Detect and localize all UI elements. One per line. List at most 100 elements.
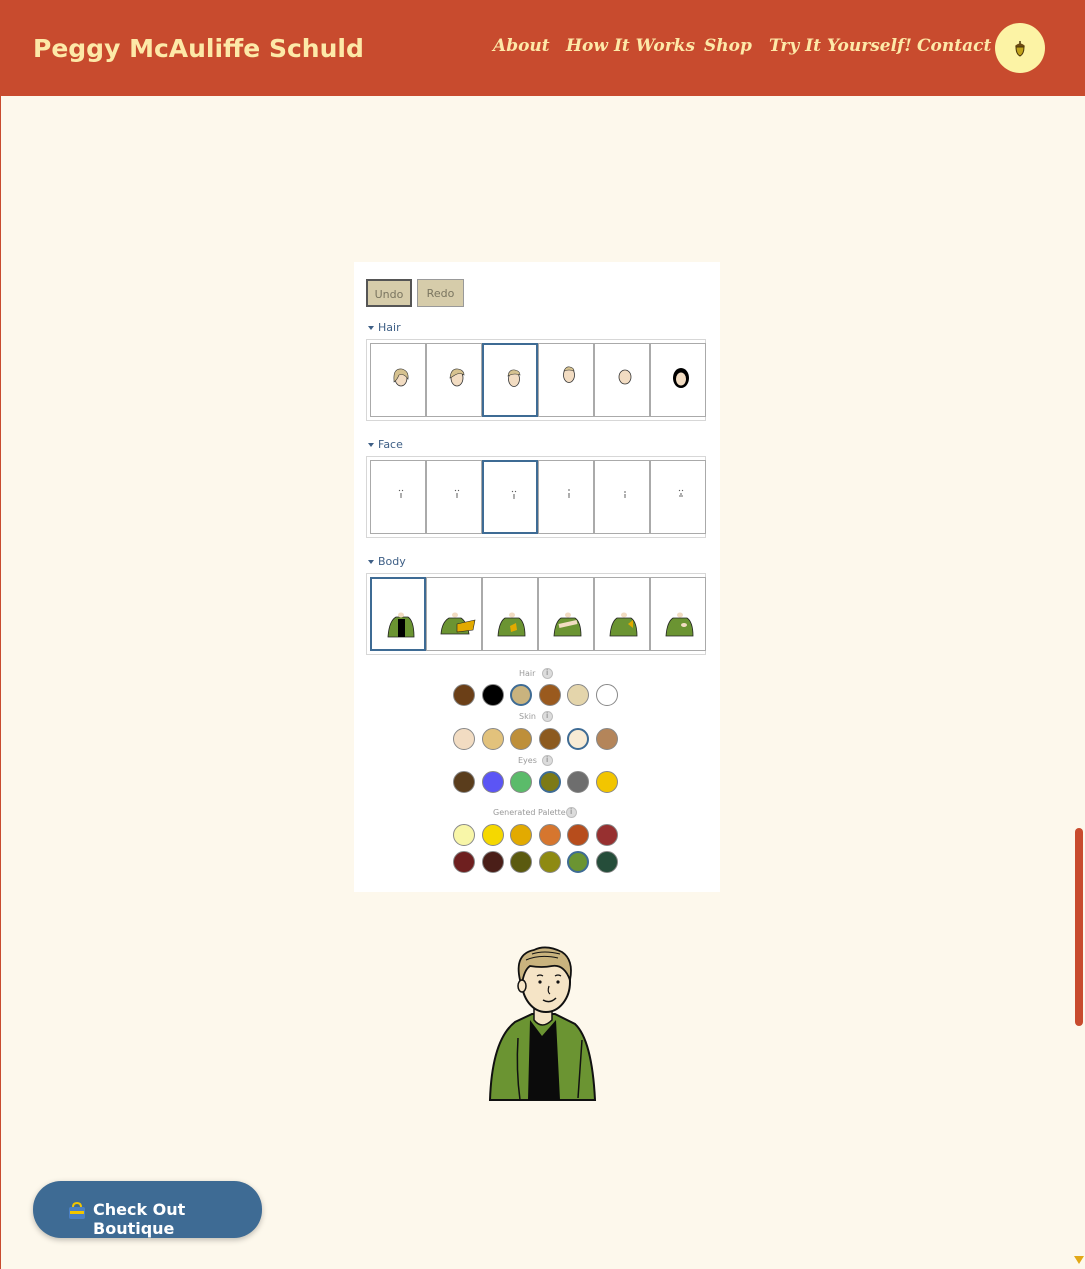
generated-color-swatch[interactable] — [538, 824, 561, 846]
section-label-hair: Hair — [378, 321, 401, 334]
site-header: Peggy McAuliffe Schuld About How It Work… — [0, 0, 1085, 96]
nav-shop[interactable]: Shop — [704, 36, 752, 56]
caret-down-icon — [368, 326, 374, 330]
eye-color-swatch[interactable] — [567, 771, 589, 793]
generated-color-swatch[interactable] — [453, 824, 475, 846]
scroll-down-arrow-icon[interactable] — [1074, 1256, 1084, 1264]
acorn-icon — [1015, 41, 1025, 57]
skin-color-swatch[interactable] — [453, 728, 475, 750]
hair-color-swatch[interactable] — [481, 684, 504, 706]
hair-color-swatch[interactable] — [538, 684, 561, 706]
face-option-5[interactable] — [594, 460, 650, 534]
scrollbar-track[interactable] — [1072, 96, 1085, 1269]
eye-color-swatch[interactable] — [510, 771, 532, 793]
hair-color-swatch[interactable] — [595, 684, 618, 706]
palette-label-generated: Generated Palette — [493, 808, 566, 817]
face-option-4[interactable] — [538, 460, 594, 534]
body-thumb-icon — [553, 612, 582, 637]
eye-color-swatch[interactable] — [538, 771, 561, 793]
face-option-2[interactable] — [426, 460, 482, 534]
generated-color-swatch[interactable] — [481, 824, 504, 846]
caret-down-icon — [368, 560, 374, 564]
body-thumb-icon — [497, 612, 526, 637]
hair-option-grid — [366, 339, 706, 421]
skin-color-swatch[interactable] — [567, 728, 589, 750]
hair-thumb-icon — [393, 368, 409, 387]
body-option-6[interactable] — [650, 577, 706, 651]
generated-color-swatch[interactable] — [481, 851, 504, 873]
body-thumb-icon — [665, 612, 694, 637]
hair-thumb-icon — [563, 366, 575, 383]
section-toggle-hair[interactable]: Hair — [368, 321, 401, 334]
generated-color-swatch[interactable] — [595, 851, 618, 873]
generated-color-swatch[interactable] — [595, 824, 618, 846]
info-icon[interactable] — [542, 755, 553, 766]
hair-option-5[interactable] — [594, 343, 650, 417]
generated-color-swatch[interactable] — [510, 851, 532, 873]
avatar-character-illustration — [488, 946, 597, 1101]
body-option-3[interactable] — [482, 577, 538, 651]
generated-color-swatch[interactable] — [453, 851, 475, 873]
nav-about[interactable]: About — [493, 36, 550, 56]
hair-option-6[interactable] — [650, 343, 706, 417]
avatar-preview — [480, 940, 610, 1109]
nav-how-it-works[interactable]: How It Works — [566, 36, 695, 56]
skin-color-swatch[interactable] — [481, 728, 504, 750]
section-toggle-body[interactable]: Body — [368, 555, 406, 568]
generated-color-swatch[interactable] — [567, 851, 589, 873]
nav-try-it-yourself[interactable]: Try It Yourself! — [769, 36, 912, 56]
section-toggle-face[interactable]: Face — [368, 438, 403, 451]
face-option-3[interactable] — [482, 460, 538, 534]
face-option-1[interactable] — [370, 460, 426, 534]
face-thumb-icon — [398, 489, 404, 498]
hair-color-swatch[interactable] — [453, 684, 475, 706]
avatar-editor-panel: Undo Redo Hair Face Body Hair i Skin i E… — [354, 262, 720, 892]
hair-color-swatch[interactable] — [567, 684, 589, 706]
hair-option-4[interactable] — [538, 343, 594, 417]
boutique-button-label: Check Out Boutique — [93, 1200, 186, 1238]
scrollbar-thumb[interactable] — [1075, 828, 1083, 1026]
skin-color-swatch[interactable] — [595, 728, 618, 750]
page-border — [0, 96, 1, 1269]
hair-option-1[interactable] — [370, 343, 426, 417]
face-thumb-icon — [568, 489, 570, 498]
body-option-2[interactable] — [426, 577, 482, 651]
skin-color-swatch[interactable] — [510, 728, 532, 750]
body-option-grid — [366, 573, 706, 655]
main-nav: About How It Works Shop Try It Yourself!… — [0, 36, 1085, 66]
hair-option-3[interactable] — [482, 343, 538, 417]
info-icon[interactable] — [566, 807, 577, 818]
face-thumb-icon — [624, 491, 626, 498]
hair-thumb-icon — [618, 369, 632, 385]
hair-thumb-icon — [507, 369, 521, 387]
acorn-menu-button[interactable] — [995, 23, 1045, 73]
body-thumb-icon — [387, 612, 415, 638]
hair-option-2[interactable] — [426, 343, 482, 417]
face-thumb-icon — [454, 489, 460, 498]
face-thumb-icon — [511, 490, 517, 499]
redo-button[interactable]: Redo — [417, 279, 464, 307]
hair-color-swatch[interactable] — [510, 684, 532, 706]
body-option-1[interactable] — [370, 577, 426, 651]
info-icon[interactable] — [542, 668, 553, 679]
eye-color-swatch[interactable] — [453, 771, 475, 793]
info-icon[interactable] — [542, 711, 553, 722]
eye-color-swatch[interactable] — [595, 771, 618, 793]
body-option-4[interactable] — [538, 577, 594, 651]
check-out-boutique-button[interactable]: Check Out Boutique — [33, 1181, 262, 1238]
palette-label-hair: Hair — [519, 669, 536, 678]
palette-label-eyes: Eyes — [518, 756, 537, 765]
face-thumb-icon — [678, 489, 684, 497]
generated-color-swatch[interactable] — [567, 824, 589, 846]
face-option-6[interactable] — [650, 460, 706, 534]
generated-color-swatch[interactable] — [538, 851, 561, 873]
skin-color-swatch[interactable] — [538, 728, 561, 750]
undo-button[interactable]: Undo — [366, 279, 412, 307]
palette-label-skin: Skin — [519, 712, 537, 721]
caret-down-icon — [368, 443, 374, 447]
nav-contact[interactable]: Contact — [917, 36, 991, 56]
eye-color-swatch[interactable] — [481, 771, 504, 793]
body-option-5[interactable] — [594, 577, 650, 651]
generated-color-swatch[interactable] — [510, 824, 532, 846]
section-label-face: Face — [378, 438, 403, 451]
